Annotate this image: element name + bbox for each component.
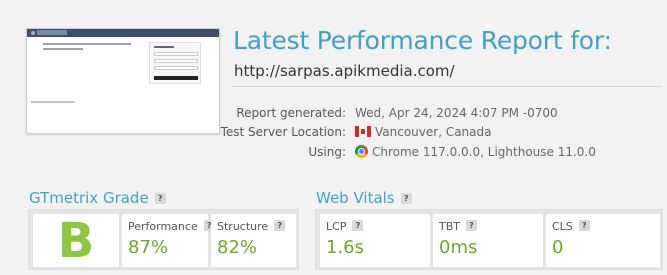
- structure-value: 82%: [217, 237, 258, 258]
- cls-cell: CLS? 0: [546, 214, 660, 267]
- tbt-label: TBT: [439, 220, 460, 233]
- help-icon[interactable]: ?: [274, 220, 286, 231]
- performance-cell: Performance? 87%: [122, 214, 215, 267]
- help-icon[interactable]: ?: [352, 220, 364, 231]
- cls-value: 0: [552, 237, 564, 258]
- structure-cell: Structure? 82%: [211, 214, 296, 267]
- grade-panel: B Performance? 87% Structure? 82%: [28, 209, 299, 270]
- page-title: Latest Performance Report for:: [233, 26, 612, 55]
- tbt-cell: TBT? 0ms: [433, 214, 543, 267]
- help-icon[interactable]: ?: [578, 220, 590, 231]
- thumbnail-login-box: [149, 42, 201, 84]
- tbt-label-wrap: TBT?: [439, 220, 477, 233]
- header-divider: [232, 86, 662, 87]
- structure-label: Structure: [217, 220, 269, 233]
- cls-label: CLS: [552, 220, 573, 233]
- performance-label-wrap: Performance?: [128, 220, 215, 233]
- lcp-value: 1.6s: [326, 237, 365, 258]
- report-generated-label: Report generated:: [236, 106, 346, 120]
- report-page: Latest Performance Report for: http://sa…: [0, 0, 667, 275]
- gtmetrix-grade-title: GTmetrix Grade: [29, 189, 149, 207]
- test-server-value-wrap: Vancouver, Canada: [355, 125, 492, 139]
- gtmetrix-grade-heading: GTmetrix Grade?: [29, 189, 166, 207]
- help-icon[interactable]: ?: [466, 220, 477, 231]
- structure-label-wrap: Structure?: [217, 220, 286, 233]
- help-icon[interactable]: ?: [154, 193, 166, 204]
- performance-value: 87%: [128, 237, 169, 258]
- grade-box: B: [33, 214, 119, 267]
- report-generated-value: Wed, Apr 24, 2024 4:07 PM -0700: [355, 106, 558, 120]
- help-icon[interactable]: ?: [400, 193, 412, 204]
- using-value-wrap: Chrome 117.0.0.0, Lighthouse 11.0.0: [355, 145, 596, 159]
- using-value: Chrome 117.0.0.0, Lighthouse 11.0.0: [372, 145, 596, 159]
- web-vitals-heading: Web Vitals?: [316, 189, 412, 207]
- lcp-label: LCP: [326, 220, 347, 233]
- thumbnail-heading: [43, 43, 131, 53]
- lcp-cell: LCP? 1.6s: [320, 214, 430, 267]
- web-vitals-title: Web Vitals: [316, 189, 395, 207]
- using-label: Using:: [308, 145, 346, 159]
- page-screenshot-thumbnail[interactable]: [26, 28, 220, 134]
- cls-label-wrap: CLS?: [552, 220, 590, 233]
- report-url[interactable]: http://sarpas.apikmedia.com/: [234, 62, 455, 80]
- chrome-icon: [355, 145, 368, 158]
- test-server-value: Vancouver, Canada: [375, 125, 492, 139]
- performance-label: Performance: [128, 220, 198, 233]
- web-vitals-panel: LCP? 1.6s TBT? 0ms CLS? 0: [315, 209, 663, 270]
- lcp-label-wrap: LCP?: [326, 220, 364, 233]
- test-server-label: Test Server Location:: [220, 125, 346, 139]
- tbt-value: 0ms: [439, 237, 478, 258]
- thumbnail-topbar: [27, 29, 219, 37]
- canada-flag-icon: [355, 126, 371, 137]
- grade-letter: B: [57, 213, 95, 269]
